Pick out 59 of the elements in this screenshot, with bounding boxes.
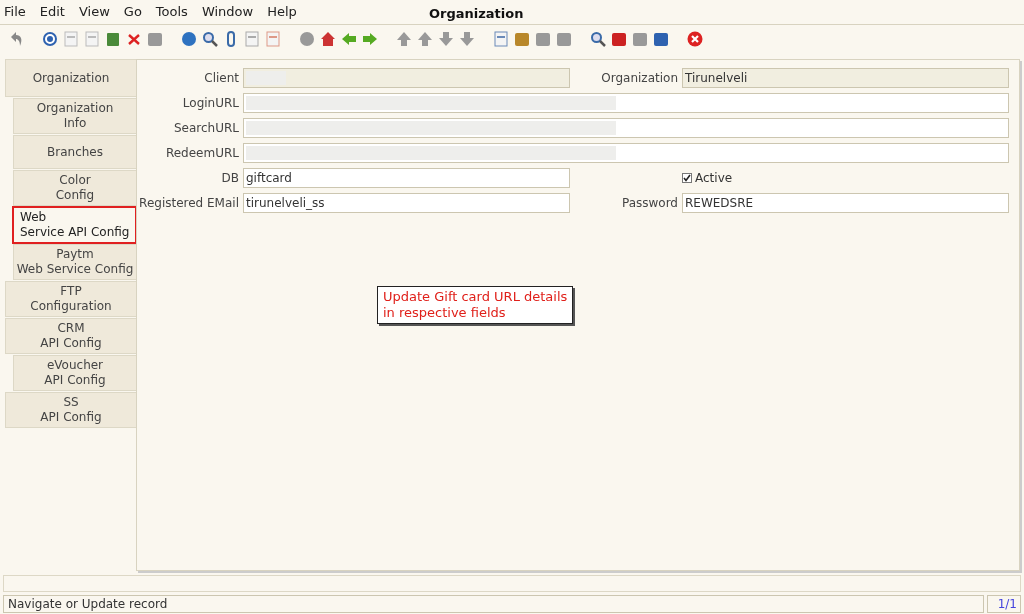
up-arrow-icon[interactable] [417,31,433,47]
help-icon[interactable] [42,31,58,47]
field-label: Organization [600,70,679,87]
tab[interactable]: Web Service API Config [13,207,136,243]
last-record-icon[interactable] [459,31,475,47]
tab[interactable]: Paytm Web Service Config [13,244,136,280]
close-icon[interactable] [687,31,703,47]
tab[interactable]: SS API Config [5,392,136,428]
menu-item[interactable]: Edit [39,2,65,22]
status-message: Navigate or Update record [3,595,984,613]
field-value: giftcard [246,170,292,187]
input-field[interactable]: tirunelveli_ss [243,193,570,213]
down-arrow-icon[interactable] [438,31,454,47]
menu-item[interactable]: Window [201,2,254,22]
tab[interactable]: FTP Configuration [5,281,136,317]
field-label: Registered EMail [138,195,240,212]
active-checkbox[interactable] [682,173,692,183]
right-arrow-icon[interactable] [362,31,378,47]
menu-item[interactable]: Tools [155,2,188,22]
input-field[interactable] [243,143,1009,163]
checkbox-label: Active [695,170,733,187]
field-label: RedeemURL [164,145,240,162]
menu-item[interactable]: Go [123,2,142,22]
input-field[interactable] [243,93,1009,113]
window-title: Organization [429,5,524,23]
copy-icon[interactable] [84,31,100,47]
tab[interactable]: CRM API Config [5,318,136,354]
left-arrow-icon[interactable] [341,31,357,47]
tab[interactable]: Branches [13,135,136,169]
field-value: tirunelveli_ss [246,195,325,212]
tab[interactable]: Color Config [13,170,136,206]
menu-item[interactable]: File [4,2,26,22]
callout-note: Update Gift card URL details in respective fields [377,286,574,324]
delete-icon[interactable] [126,31,142,47]
report-icon[interactable] [493,31,509,47]
input-field[interactable]: REWEDSRE [682,193,1009,213]
field-value: Tirunelveli [685,70,748,87]
tab[interactable]: Organization Info [13,98,136,134]
field-label: Password [620,195,679,212]
input-field[interactable]: Tirunelveli [682,68,1009,88]
tab[interactable]: Organization [5,59,136,97]
field-label: LoginURL [181,95,240,112]
circle-icon[interactable] [299,31,315,47]
field-label: SearchURL [172,120,240,137]
tab[interactable]: eVoucher API Config [13,355,136,391]
zoom-icon[interactable] [590,31,606,47]
input-field[interactable]: giftcard [243,168,570,188]
new-document-icon[interactable] [63,31,79,47]
input-field[interactable] [243,118,1009,138]
search-icon[interactable] [202,31,218,47]
field-label: DB [220,170,240,187]
menu-item[interactable]: View [78,2,110,22]
menu-item[interactable]: Help [267,2,297,22]
input-field[interactable] [243,68,570,88]
field-label: Client [203,70,240,87]
record-counter: 1/1 [987,595,1021,613]
first-record-icon[interactable] [396,31,412,47]
home-icon[interactable] [320,31,336,47]
field-value: REWEDSRE [685,195,754,212]
